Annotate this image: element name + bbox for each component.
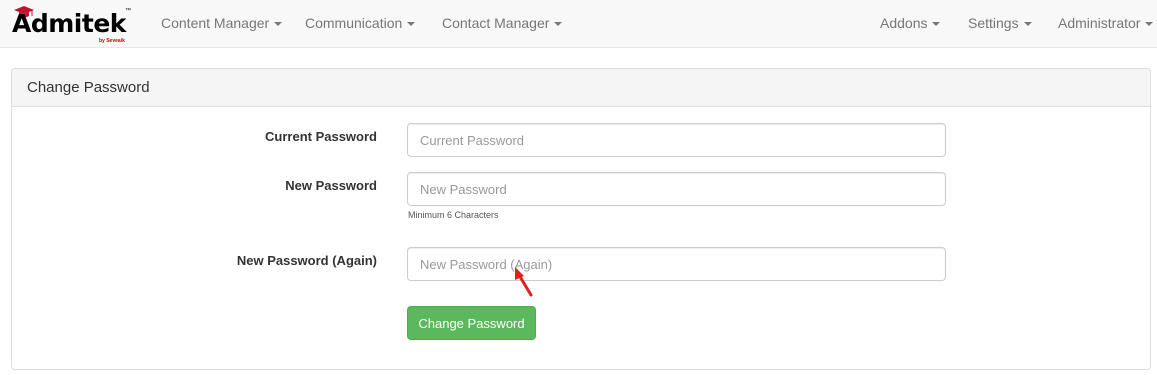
nav-administrator-label: Administrator [1058, 15, 1141, 31]
red-arrow-icon [515, 267, 533, 297]
nav-settings-label: Settings [968, 15, 1019, 31]
new-password-again-input[interactable] [407, 247, 946, 281]
current-password-input[interactable] [407, 123, 946, 157]
nav-contact-manager[interactable]: Contact Manager [442, 0, 563, 48]
nav-addons-label: Addons [880, 15, 928, 31]
current-password-label: Current Password [265, 129, 377, 144]
new-password-label: New Password [285, 178, 377, 193]
nav-addons[interactable]: Addons [880, 0, 941, 48]
new-password-input[interactable] [407, 172, 946, 206]
caret-down-icon [932, 22, 941, 27]
brand-byline: by Seveaik [99, 38, 125, 44]
nav-settings[interactable]: Settings [968, 0, 1032, 48]
change-password-panel: Change Password Current Password New Pas… [11, 68, 1151, 370]
nav-communication-label: Communication [305, 15, 403, 31]
panel-title: Change Password [12, 69, 1150, 107]
caret-down-icon [407, 22, 416, 27]
change-password-button[interactable]: Change Password [407, 306, 536, 340]
nav-communication[interactable]: Communication [305, 0, 416, 48]
new-password-help: Minimum 6 Characters [408, 210, 499, 220]
caret-down-icon [1023, 22, 1032, 27]
nav-content-manager-label: Content Manager [161, 15, 270, 31]
nav-content-manager[interactable]: Content Manager [161, 0, 283, 48]
caret-down-icon [1145, 22, 1154, 27]
nav-administrator[interactable]: Administrator [1058, 0, 1154, 48]
caret-down-icon [274, 22, 283, 27]
new-password-again-label: New Password (Again) [236, 253, 377, 268]
nav-contact-manager-label: Contact Manager [442, 15, 550, 31]
caret-down-icon [554, 22, 563, 27]
brand-trademark: ™ [125, 8, 131, 14]
top-navbar: Admitek ™ by Seveaik Content Manager Com… [0, 0, 1157, 48]
brand-name: Admitek [12, 9, 126, 38]
brand-logo[interactable]: Admitek ™ by Seveaik [12, 6, 137, 44]
